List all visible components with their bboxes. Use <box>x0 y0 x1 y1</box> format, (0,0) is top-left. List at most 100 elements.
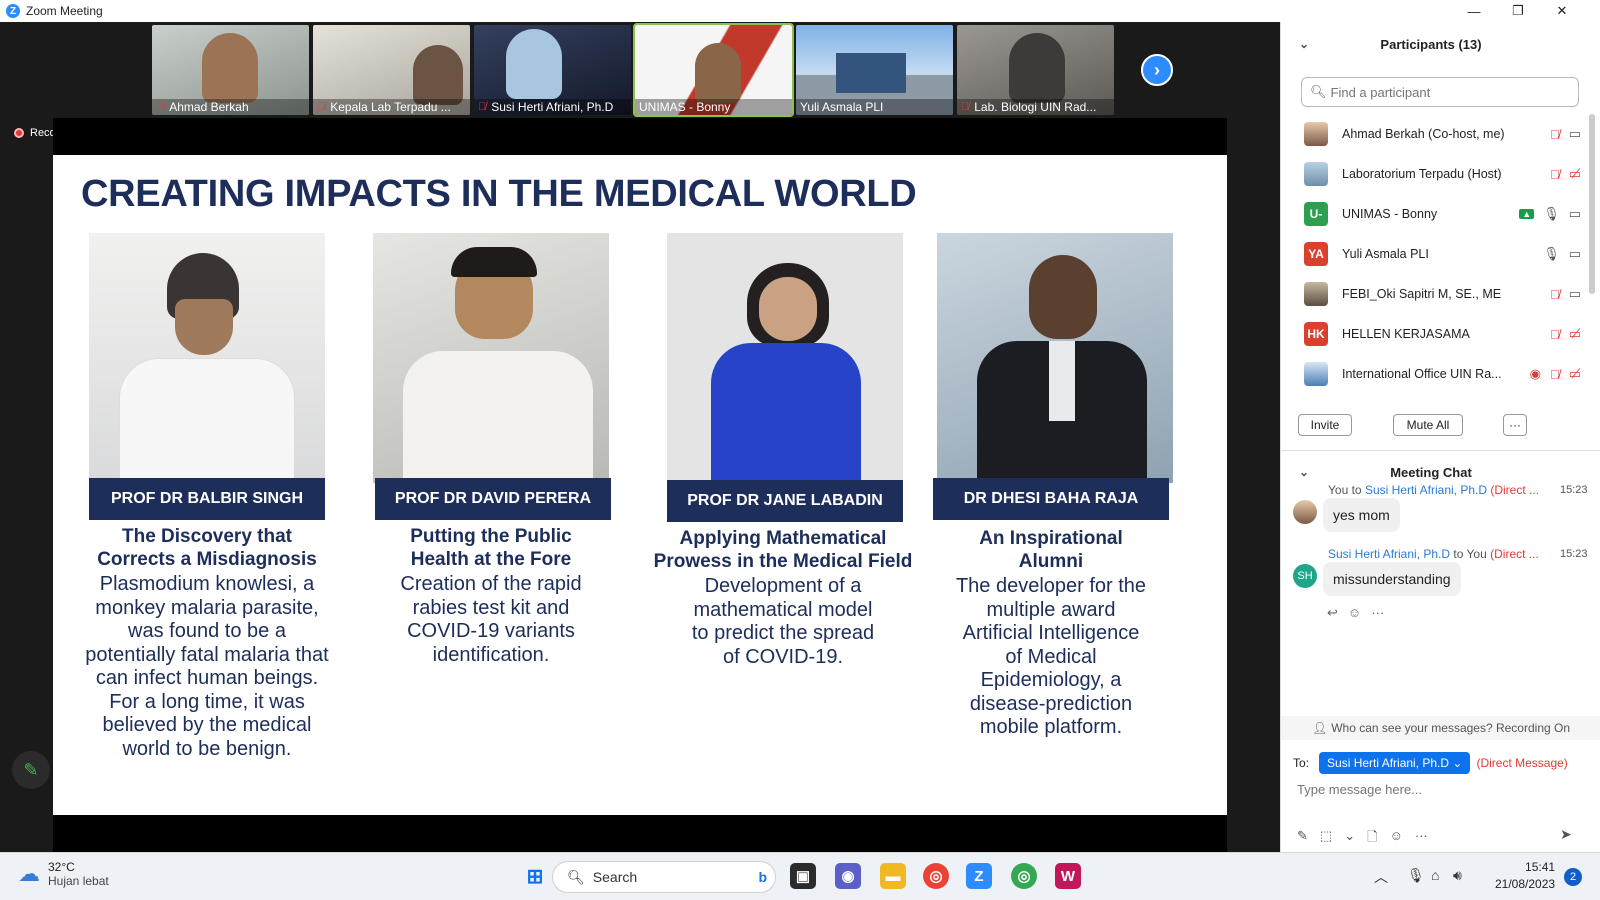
participant-row[interactable]: Laboratorium Terpadu (Host) 🎙̸ ▭̸ <box>1281 154 1581 194</box>
participant-figure <box>202 33 258 103</box>
mic-icon[interactable]: 🎙 <box>1543 206 1560 222</box>
participant-scrollbar[interactable] <box>1589 114 1595 294</box>
avatar <box>1304 282 1328 306</box>
task-view-icon[interactable]: ▣ <box>790 863 816 889</box>
notification-badge[interactable]: 2 <box>1564 868 1582 886</box>
recipient-select[interactable]: Susi Herti Afriani, Ph.D ⌄ <box>1319 752 1471 774</box>
mic-icon[interactable]: 🎙 <box>1543 246 1560 262</box>
building-shape <box>836 53 906 93</box>
video-camera-icon[interactable]: ▭ <box>1569 286 1581 302</box>
chat-privacy-notice[interactable]: 👤︎ Who can see your messages? Recording … <box>1281 716 1600 740</box>
weather-widget[interactable]: ☁ 32°C Hujan lebat <box>18 860 109 888</box>
teams-chat-icon[interactable]: ◉ <box>835 863 861 889</box>
card-body: The developer for the multiple award Artif… <box>955 575 1147 738</box>
emoji-reaction-icon[interactable]: ☺ <box>1348 605 1361 621</box>
mic-muted-icon[interactable]: 🎙̸ <box>1550 367 1560 382</box>
mic-muted-icon[interactable]: 🎙̸ <box>1550 287 1560 302</box>
mic-muted-icon[interactable]: 🎙̸ <box>1550 167 1560 182</box>
chevron-down-icon[interactable]: ⌄ <box>1299 37 1309 51</box>
shared-slide: CREATING IMPACTS IN THE MEDICAL WORLD PR… <box>53 155 1227 815</box>
wps-office-icon[interactable]: W <box>1055 863 1081 889</box>
participant-row[interactable]: U- UNIMAS - Bonny ▲ 🎙 ▭ <box>1281 194 1581 234</box>
taskbar-clock[interactable]: 15:41 21/08/2023 <box>1495 859 1555 893</box>
video-off-icon[interactable]: ▭̸ <box>1569 366 1581 382</box>
participant-row[interactable]: HK HELLEN KERJASAMA 🎙̸ ▭̸ <box>1281 314 1581 354</box>
message-time: 15:23 <box>1560 484 1588 496</box>
video-thumbnail[interactable]: Yuli Asmala PLI <box>796 25 953 115</box>
mic-muted-icon[interactable]: 🎙̸ <box>1550 127 1560 142</box>
mic-icon[interactable]: 🎙 <box>1407 867 1425 884</box>
minimize-button[interactable]: — <box>1452 0 1496 22</box>
clock-date: 21/08/2023 <box>1495 877 1556 891</box>
participant-row[interactable]: YA Yuli Asmala PLI 🎙 ▭ <box>1281 234 1581 274</box>
chat-message[interactable]: missunderstanding <box>1323 562 1461 596</box>
send-icon[interactable]: ➤ <box>1560 826 1572 843</box>
network-icon[interactable]: ⌂ <box>1431 867 1439 883</box>
video-thumbnail[interactable]: 🎙̸ Kepala Lab Terpadu ... <box>313 25 470 115</box>
more-options-button[interactable]: ··· <box>1503 414 1527 436</box>
bing-icon: b <box>758 869 767 885</box>
close-button[interactable]: ✕ <box>1540 0 1584 22</box>
video-off-icon[interactable]: ▭̸ <box>1569 166 1581 182</box>
video-thumbnail[interactable]: 🎙̸ Susi Herti Afriani, Ph.D <box>474 25 631 115</box>
video-camera-icon[interactable]: ▭ <box>1569 246 1581 262</box>
participant-search[interactable]: 🔍︎ <box>1301 77 1579 107</box>
zoom-app-icon[interactable]: Z <box>966 863 992 889</box>
invite-button[interactable]: Invite <box>1298 414 1352 436</box>
chat-message[interactable]: yes mom <box>1323 498 1400 532</box>
participant-figure <box>413 45 463 105</box>
reply-icon[interactable]: ↩︎ <box>1327 605 1338 621</box>
avatar: SH <box>1293 564 1317 588</box>
mic-muted-icon: 🎙̸ <box>317 101 326 113</box>
file-explorer-icon[interactable]: ▬ <box>880 863 906 889</box>
more-icon[interactable]: ··· <box>1415 828 1428 850</box>
participant-row[interactable]: FEBI_Oki Sapitri M, SE., ME 🎙̸ ▭ <box>1281 274 1581 314</box>
message-recipient-link[interactable]: Susi Herti Afriani, Ph.D <box>1365 483 1487 497</box>
participant-name: Laboratorium Terpadu (Host) <box>1342 167 1502 181</box>
taskbar-search[interactable]: 🔍︎ Search b <box>552 861 776 893</box>
maximize-button[interactable]: ❐ <box>1496 0 1540 22</box>
volume-icon[interactable]: 🔊︎ <box>1453 867 1462 884</box>
file-icon[interactable]: 🗋 <box>1367 828 1377 850</box>
video-thumbnail[interactable]: 🎙̸ Lab. Biologi UIN Rad... <box>957 25 1114 115</box>
profile-photo <box>937 233 1173 483</box>
slide-title: CREATING IMPACTS IN THE MEDICAL WORLD <box>81 173 917 215</box>
more-icon[interactable]: ··· <box>1371 605 1384 621</box>
message-header: You to Susi Herti Afriani, Ph.D (Direct … <box>1328 483 1540 497</box>
recording-dot-icon <box>14 128 24 138</box>
emoji-icon[interactable]: ☺ <box>1390 828 1403 850</box>
chat-input[interactable] <box>1297 782 1587 797</box>
video-thumbnail[interactable]: 🎙̸ Ahmad Berkah <box>152 25 309 115</box>
avatar: U- <box>1304 202 1328 226</box>
format-icon[interactable]: ✎ <box>1297 828 1308 850</box>
thumbnail-name: Lab. Biologi UIN Rad... <box>974 100 1097 114</box>
chrome-profile-icon[interactable]: ◎ <box>1011 863 1037 889</box>
chevron-up-icon[interactable]: ︿ <box>1374 867 1388 887</box>
avatar <box>1304 362 1328 386</box>
video-thumbnail[interactable]: UNIMAS - Bonny <box>633 23 794 117</box>
participant-name: Ahmad Berkah (Co-host, me) <box>1342 127 1505 141</box>
mic-muted-icon[interactable]: 🎙̸ <box>1550 327 1560 342</box>
search-input[interactable] <box>1330 84 1571 100</box>
annotate-pen-icon[interactable]: ✎ <box>12 751 50 789</box>
participant-name: International Office UIN Ra... <box>1342 367 1502 381</box>
video-camera-icon[interactable]: ▭ <box>1569 126 1581 142</box>
card-name-bar: DR DHESI BAHA RAJA <box>933 478 1169 520</box>
chevron-down-icon[interactable]: ⌄ <box>1299 465 1309 479</box>
mute-all-button[interactable]: Mute All <box>1393 414 1463 436</box>
video-camera-icon[interactable]: ▭ <box>1569 206 1581 222</box>
chrome-icon[interactable]: ◎ <box>923 863 949 889</box>
rain-cloud-icon: ☁ <box>18 861 40 886</box>
participant-row[interactable]: International Office UIN Ra... ◉ 🎙̸ ▭̸ <box>1281 354 1581 394</box>
card-name-bar: PROF DR DAVID PERERA <box>375 478 611 520</box>
screenshot-icon[interactable]: ⬚ <box>1320 828 1332 850</box>
video-off-icon[interactable]: ▭̸ <box>1569 326 1581 342</box>
card-name-bar: PROF DR JANE LABADIN <box>667 480 903 522</box>
next-page-button[interactable]: › <box>1141 54 1173 86</box>
thumbnail-name: Yuli Asmala PLI <box>800 100 884 114</box>
windows-start-icon[interactable]: ⊞ <box>522 863 548 889</box>
profile-photo <box>373 233 609 483</box>
profile-photo <box>89 233 325 483</box>
participant-row[interactable]: Ahmad Berkah (Co-host, me) 🎙̸ ▭ <box>1281 114 1581 154</box>
chevron-down-icon[interactable]: ⌄ <box>1344 828 1355 850</box>
